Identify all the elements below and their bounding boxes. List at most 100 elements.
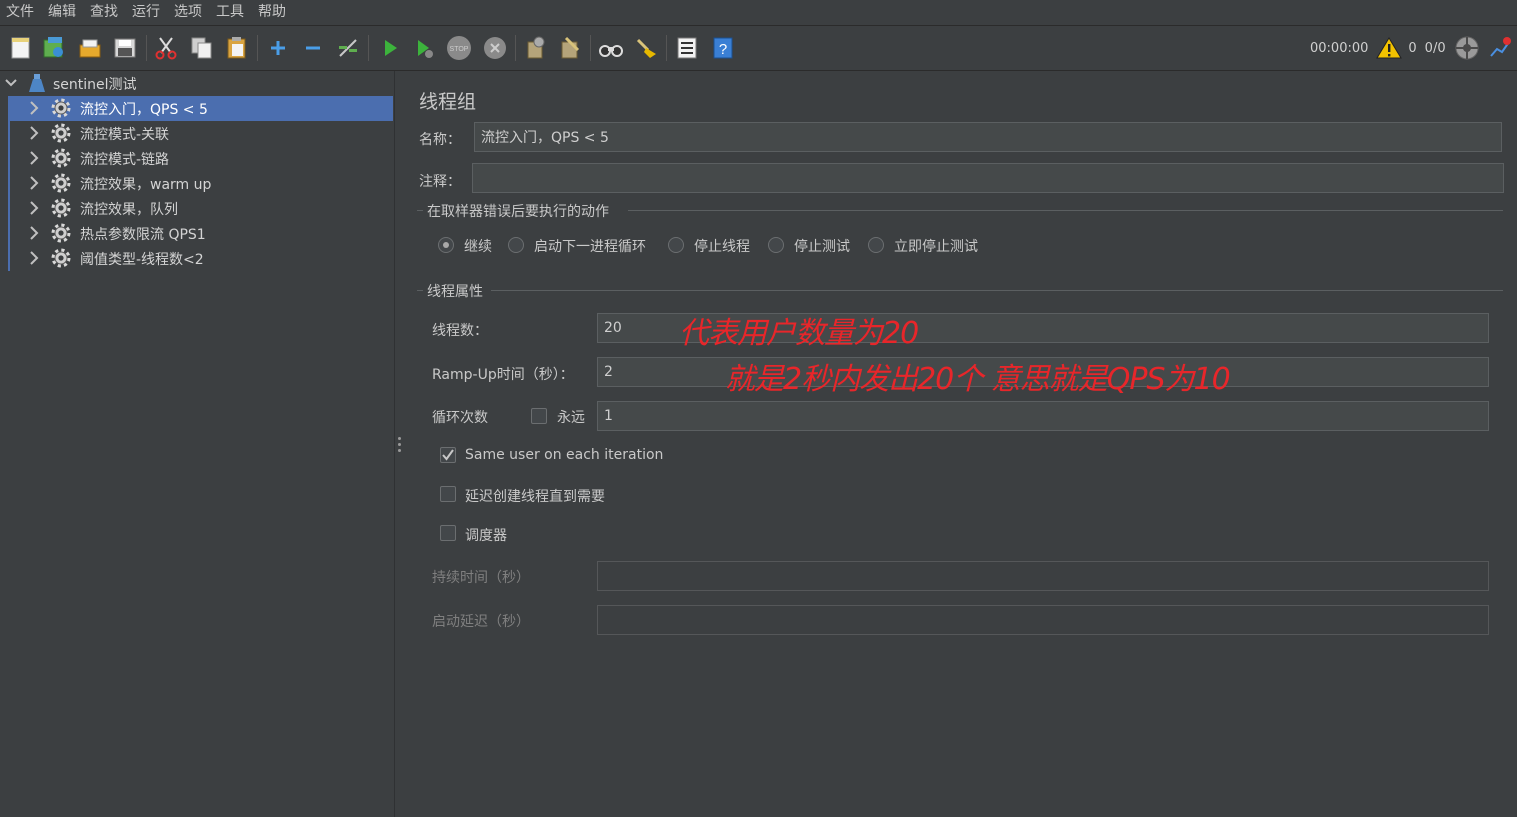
radio-stop-test-now-label[interactable]: 立即停止测试: [894, 236, 978, 256]
duration-field: [597, 561, 1489, 591]
radio-start-next-loop-label[interactable]: 启动下一进程循环: [534, 236, 646, 256]
function-helper-icon[interactable]: [674, 34, 700, 62]
radio-start-next-loop[interactable]: [508, 237, 524, 253]
startup-delay-label: 启动延迟（秒）: [432, 614, 530, 630]
elapsed-timer: 00:00:00: [1310, 40, 1369, 56]
tree-item[interactable]: 热点参数限流 QPS1: [10, 221, 393, 246]
thread-group-panel: 线程组 名称： 注释： 在取样器错误后要执行的动作 继续 启动下一进程循环 停止…: [407, 71, 1517, 817]
cut-icon[interactable]: [153, 34, 179, 62]
save-icon[interactable]: [112, 34, 138, 62]
scheduler-label[interactable]: 调度器: [465, 525, 507, 545]
radio-stop-test-label[interactable]: 停止测试: [794, 236, 850, 256]
rampup-label: Ramp-Up时间（秒）：: [432, 367, 574, 383]
loop-count-field[interactable]: [597, 401, 1489, 431]
paste-icon[interactable]: [224, 34, 250, 62]
clear-icon[interactable]: [522, 34, 548, 62]
tree-root-label: sentinel测试: [53, 76, 137, 93]
startup-delay-field: [597, 605, 1489, 635]
warning-icon[interactable]: [1376, 36, 1403, 60]
warning-count: 0: [1408, 40, 1417, 56]
divider-grip: [398, 437, 401, 440]
svg-text:?: ?: [719, 41, 727, 58]
menu-tools[interactable]: 工具: [210, 0, 252, 25]
tree-item-label: 流控效果，队列: [80, 201, 178, 218]
duration-label: 持续时间（秒）: [432, 570, 530, 586]
divider-grip: [398, 443, 401, 446]
copy-icon[interactable]: [189, 34, 215, 62]
search-icon[interactable]: [598, 34, 624, 62]
tree-item[interactable]: 流控效果，warm up: [10, 171, 393, 196]
radio-continue[interactable]: [438, 237, 454, 253]
radio-stop-test-now[interactable]: [868, 237, 884, 253]
thread-properties-group-label: 线程属性: [427, 284, 483, 300]
forever-checkbox[interactable]: [531, 408, 547, 424]
tree-item[interactable]: 流控入门，QPS < 5: [10, 96, 393, 121]
toggle-icon[interactable]: [335, 34, 361, 62]
radio-continue-label[interactable]: 继续: [464, 236, 492, 256]
templates-icon[interactable]: [41, 34, 67, 62]
chevron-right-icon[interactable]: [28, 125, 40, 141]
same-user-label[interactable]: Same user on each iteration: [465, 447, 663, 463]
start-icon[interactable]: [377, 34, 403, 62]
menu-edit[interactable]: 编辑: [42, 0, 84, 25]
menu-bar: 文件 编辑 查找 运行 选项 工具 帮助: [0, 0, 1517, 26]
new-icon[interactable]: [8, 34, 34, 62]
menu-search[interactable]: 查找: [84, 0, 126, 25]
open-icon[interactable]: [77, 34, 103, 62]
tree-item[interactable]: 流控模式-链路: [10, 146, 393, 171]
scheduler-checkbox[interactable]: [440, 525, 456, 541]
tree-item[interactable]: 流控模式-关联: [10, 121, 393, 146]
threads-label: 线程数：: [432, 323, 488, 339]
thread-group-gear-icon: [50, 197, 72, 219]
chevron-right-icon[interactable]: [28, 225, 40, 241]
start-no-pause-icon[interactable]: [411, 34, 437, 62]
chevron-right-icon[interactable]: [28, 250, 40, 266]
name-label: 名称：: [419, 132, 461, 148]
error-action-group-label: 在取样器错误后要执行的动作: [427, 204, 609, 220]
split-pane-divider[interactable]: [394, 71, 408, 817]
menu-file[interactable]: 文件: [0, 0, 42, 25]
chevron-right-icon[interactable]: [28, 150, 40, 166]
tree-root[interactable]: sentinel测试: [0, 71, 394, 96]
comment-label: 注释：: [419, 174, 461, 190]
same-user-checkbox[interactable]: [440, 447, 456, 463]
shutdown-icon[interactable]: [482, 34, 508, 62]
chevron-right-icon[interactable]: [28, 200, 40, 216]
thread-count: 0/0: [1424, 40, 1446, 56]
tree-item[interactable]: 阈值类型-线程数<2: [10, 246, 393, 271]
divider-grip: [398, 449, 401, 452]
thread-group-gear-icon: [50, 122, 72, 144]
clear-all-icon[interactable]: [557, 34, 583, 62]
radio-stop-thread[interactable]: [668, 237, 684, 253]
menu-help[interactable]: 帮助: [252, 0, 294, 25]
thread-group-gear-icon: [50, 147, 72, 169]
help-icon[interactable]: ?: [710, 34, 736, 62]
delay-thread-creation-label[interactable]: 延迟创建线程直到需要: [465, 486, 605, 506]
tree-item-label: 流控入门，QPS < 5: [80, 101, 208, 118]
menu-run[interactable]: 运行: [126, 0, 168, 25]
expand-icon[interactable]: [265, 34, 291, 62]
radio-stop-thread-label[interactable]: 停止线程: [694, 236, 750, 256]
delay-thread-creation-checkbox[interactable]: [440, 486, 456, 502]
log-viewer-icon[interactable]: [1488, 36, 1512, 60]
comment-field[interactable]: [472, 163, 1504, 193]
tree-item-label: 流控模式-关联: [80, 126, 170, 143]
tree-item[interactable]: 流控效果，队列: [10, 196, 393, 221]
reset-search-icon[interactable]: [633, 34, 659, 62]
name-field[interactable]: [474, 122, 1502, 152]
tree-item-label: 阈值类型-线程数<2: [80, 251, 204, 268]
stop-icon[interactable]: STOP: [446, 34, 472, 62]
panel-title: 线程组: [419, 91, 477, 113]
menu-options[interactable]: 选项: [168, 0, 210, 25]
chevron-right-icon[interactable]: [28, 100, 40, 116]
jmeter-window: 文件 编辑 查找 运行 选项 工具 帮助 STOP ? 00:00:00 0 0…: [0, 0, 1517, 817]
forever-label[interactable]: 永远: [557, 407, 585, 427]
svg-text:STOP: STOP: [450, 46, 469, 53]
radio-stop-test[interactable]: [768, 237, 784, 253]
collapse-icon[interactable]: [300, 34, 326, 62]
loop-count-label: 循环次数: [432, 410, 488, 426]
test-plan-icon: [28, 73, 46, 93]
chevron-down-icon[interactable]: [4, 75, 18, 91]
chevron-right-icon[interactable]: [28, 175, 40, 191]
remote-icon[interactable]: [1454, 35, 1480, 61]
